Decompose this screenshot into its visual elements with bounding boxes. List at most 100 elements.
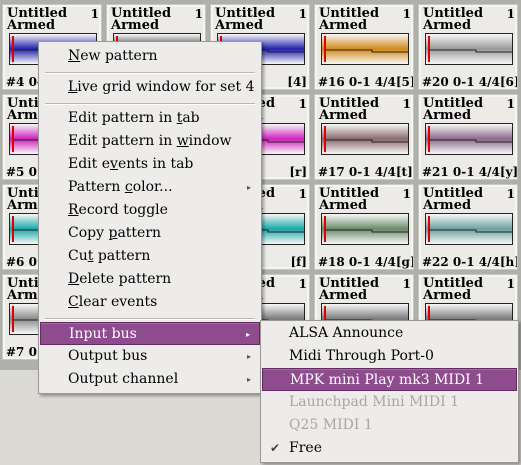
menu-separator (45, 318, 255, 320)
slot-number: 1 (298, 277, 307, 291)
menu-item-output-bus[interactable]: Output bus ▸ (40, 345, 260, 368)
slot-footer: #17 0-1 4/4 [t] (318, 165, 413, 179)
bus-item-q25: Q25 MIDI 1 (262, 414, 517, 437)
bus-item-alsa-announce[interactable]: ALSA Announce (262, 322, 517, 345)
slot-number: 1 (506, 277, 515, 291)
label-pre: Edit pattern in (68, 110, 177, 126)
menu-separator (45, 72, 255, 74)
menu-separator (45, 103, 255, 105)
mnemonic: C (68, 294, 79, 310)
slot-info: #5 0 (6, 165, 37, 179)
mnemonic: D (68, 271, 80, 287)
label-post: ents in tab (117, 156, 194, 172)
slot-armed-label: Armed (319, 288, 368, 303)
slot-armed-label: Armed (423, 288, 472, 303)
slot-armed-label: Armed (423, 108, 472, 123)
slot-footer: #18 0-1 4/4 [g] (318, 255, 413, 269)
menu-item-record-toggle[interactable]: Record toggle (40, 199, 260, 222)
label-pre: Pattern (68, 179, 125, 195)
pattern-line (429, 49, 512, 53)
pattern-line (325, 139, 408, 143)
slot-armed-label: Armed (423, 198, 472, 213)
label-pre: Cu (68, 248, 88, 264)
label-post: elete pattern (79, 271, 172, 287)
label-post: ab (182, 110, 200, 126)
menu-item-edit-in-window[interactable]: Edit pattern in window (40, 130, 260, 153)
pattern-slot[interactable]: Untitled Armed 1 #17 0-1 4/4 [t] (314, 94, 414, 180)
menu-item-copy-pattern[interactable]: Copy pattern (40, 222, 260, 245)
slot-number: 1 (506, 187, 515, 201)
bus-item-label: Free (289, 440, 322, 456)
label-post: ive grid window for set 4 (77, 79, 255, 95)
slot-number: 1 (298, 97, 307, 111)
slot-info: #18 0-1 4/4 (318, 255, 396, 269)
submenu-arrow-icon: ▸ (246, 352, 251, 361)
slot-number: 1 (194, 7, 203, 21)
pattern-preview (321, 123, 409, 155)
pattern-slot[interactable]: Untitled Armed 1 #18 0-1 4/4 [g] (314, 184, 414, 270)
submenu-arrow-icon: ▸ (246, 375, 251, 384)
menu-item-live-grid[interactable]: Live grid window for set 4 (40, 76, 260, 99)
slot-armed-label: Armed (215, 18, 264, 33)
submenu-arrow-icon: ▸ (246, 183, 251, 192)
label-post: olor... (132, 179, 173, 195)
bus-item-label: Launchpad Mini MIDI 1 (289, 394, 459, 410)
slot-armed-label: Armed (423, 18, 472, 33)
menu-item-edit-events[interactable]: Edit events in tab (40, 153, 260, 176)
pattern-slot[interactable]: Untitled Armed 1 #20 0-1 4/4 [6] (418, 4, 518, 90)
bus-item-label: Q25 MIDI 1 (289, 417, 373, 433)
menu-item-new-pattern[interactable]: New pattern (40, 45, 260, 68)
slot-key: [4] (287, 75, 307, 89)
slot-number: 1 (298, 187, 307, 201)
pattern-line (429, 229, 512, 233)
menu-item-pattern-color[interactable]: Pattern color... ▸ (40, 176, 260, 199)
pattern-slot[interactable]: Untitled Armed 1 #16 0-1 4/4 [5] (314, 4, 414, 90)
slot-info: #6 0 (6, 255, 37, 269)
label-post: pattern (93, 248, 151, 264)
bus-item-label: Midi Through Port-0 (289, 348, 434, 364)
bus-item-midi-through[interactable]: Midi Through Port-0 (262, 345, 517, 368)
submenu-arrow-icon: ▸ (245, 330, 250, 339)
pattern-line (325, 49, 408, 53)
input-bus-submenu: ALSA Announce Midi Through Port-0 MPK mi… (260, 320, 519, 463)
bus-item-mpk-mini[interactable]: MPK mini Play mk3 MIDI 1 (262, 368, 517, 391)
pattern-slot[interactable]: Untitled Armed 1 #21 0-1 4/4 [y] (418, 94, 518, 180)
label-post: attern (117, 225, 162, 241)
slot-key: [r] (289, 165, 307, 179)
menu-item-edit-in-tab[interactable]: Edit pattern in tab (40, 107, 260, 130)
menu-item-delete-pattern[interactable]: Delete pattern (40, 268, 260, 291)
label-post: indow (188, 133, 232, 149)
slot-number: 1 (402, 277, 411, 291)
label-post: ecord toggle (78, 202, 168, 218)
slot-footer: #21 0-1 4/4 [y] (422, 165, 518, 179)
label-post: ew pattern (80, 48, 158, 64)
mnemonic: c (124, 179, 133, 195)
menu-item-label: Output bus (68, 348, 148, 364)
pattern-preview (425, 123, 513, 155)
pattern-preview (321, 213, 409, 245)
menu-item-clear-events[interactable]: Clear events (40, 291, 260, 314)
label-pre: Copy (68, 225, 109, 241)
slot-number: 1 (298, 7, 307, 21)
slot-number: 1 (402, 7, 411, 21)
slot-number: 1 (402, 97, 411, 111)
bus-item-label: ALSA Announce (289, 325, 404, 341)
menu-item-input-bus[interactable]: Input bus ▸ (40, 322, 260, 345)
slot-number: 1 (506, 97, 515, 111)
slot-info: #21 0-1 4/4 (422, 165, 500, 179)
slot-armed-label: Armed (319, 18, 368, 33)
menu-item-output-channel[interactable]: Output channel ▸ (40, 368, 260, 391)
bus-item-free[interactable]: ✔ Free (262, 437, 517, 460)
label-pre: Edit pattern in (68, 133, 177, 149)
menu-item-label: Output channel (68, 371, 179, 387)
mnemonic: w (176, 133, 189, 149)
pattern-preview (425, 33, 513, 65)
slot-key: [y] (499, 165, 518, 179)
slot-armed-label: Armed (319, 108, 368, 123)
menu-item-cut-pattern[interactable]: Cut pattern (40, 245, 260, 268)
slot-key: [t] (395, 165, 413, 179)
pattern-slot[interactable]: Untitled Armed 1 #22 0-1 4/4 [h] (418, 184, 518, 270)
slot-info: #7 0 (6, 345, 37, 359)
slot-number: 1 (506, 7, 515, 21)
pattern-line (325, 229, 408, 233)
